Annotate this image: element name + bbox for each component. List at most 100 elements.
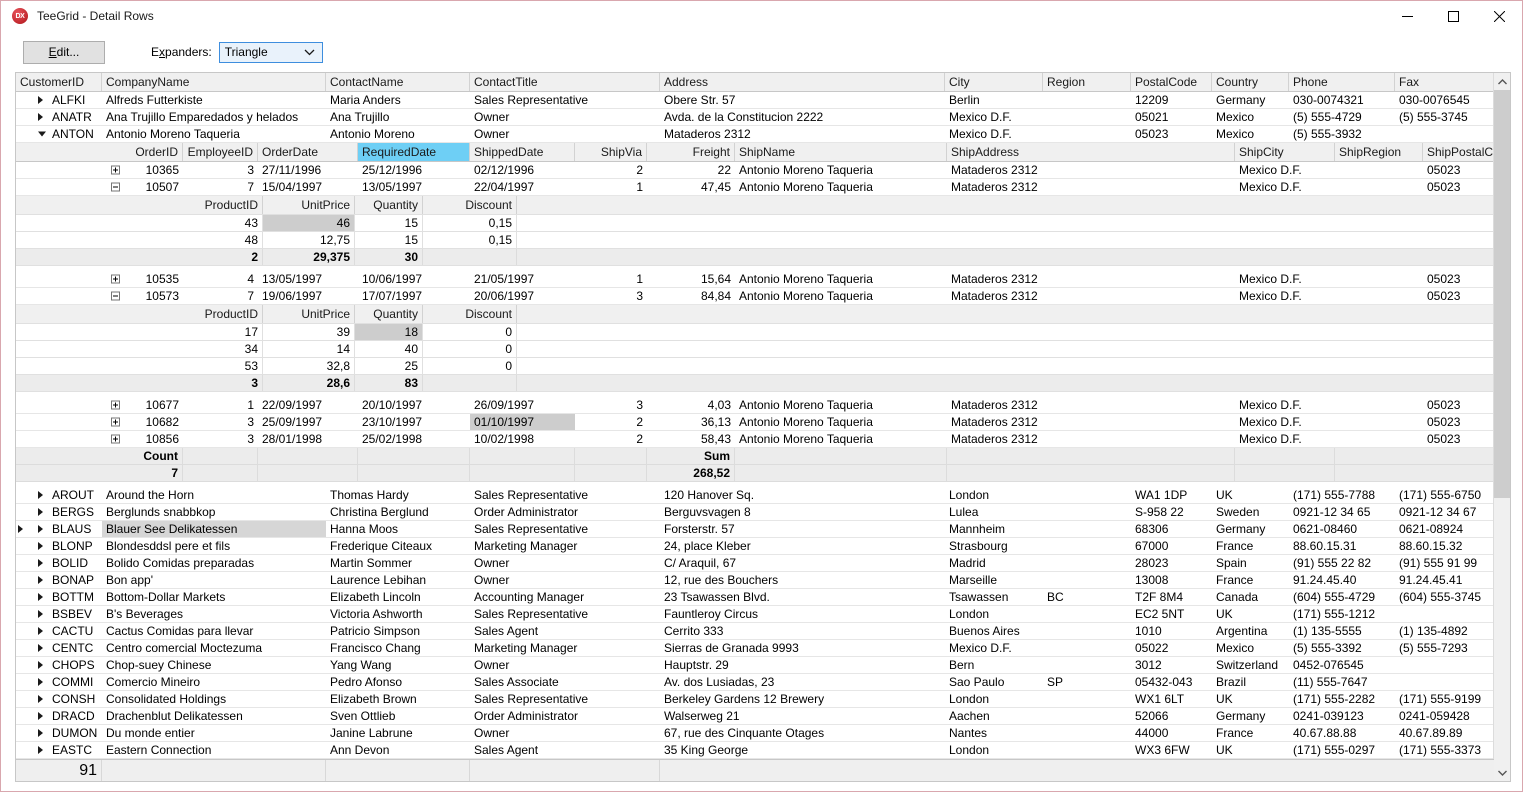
- order-cell-shippeddate[interactable]: 02/12/1996: [470, 162, 575, 178]
- table-row[interactable]: BLAUSBlauer See DelikatessenHanna MoosSa…: [16, 521, 1493, 538]
- order-cell-orderid[interactable]: 10682: [102, 414, 183, 430]
- order-cell-orderdate[interactable]: 15/04/1997: [258, 179, 358, 195]
- customer-cell-city[interactable]: London: [945, 691, 1043, 707]
- orderdetail-cell-unitprice[interactable]: 46: [263, 215, 355, 231]
- customer-cell-fax[interactable]: (5) 555-7293: [1395, 640, 1493, 656]
- customer-cell-country[interactable]: Germany: [1212, 708, 1289, 724]
- customer-cell-contactname[interactable]: Elizabeth Lincoln: [326, 589, 470, 605]
- order-cell-shipregion[interactable]: [1335, 414, 1423, 430]
- customer-cell-city[interactable]: Mexico D.F.: [945, 109, 1043, 125]
- customer-cell-customerid[interactable]: BOTTM: [16, 589, 102, 605]
- customer-cell-region[interactable]: [1043, 504, 1131, 520]
- customer-cell-region[interactable]: [1043, 126, 1131, 142]
- order-cell-freight[interactable]: 22: [647, 162, 735, 178]
- customer-cell-contactname[interactable]: Pedro Afonso: [326, 674, 470, 690]
- customer-col-city[interactable]: City: [945, 73, 1043, 91]
- customer-cell-address[interactable]: Avda. de la Constitucion 2222: [660, 109, 945, 125]
- customer-cell-phone[interactable]: (5) 555-4729: [1289, 109, 1395, 125]
- order-cell-shipcity[interactable]: Mexico D.F.: [1235, 271, 1335, 287]
- order-cell-shippostalcode[interactable]: 05023: [1423, 397, 1493, 413]
- orderdetail-cell-quantity[interactable]: 18: [355, 324, 423, 340]
- customer-cell-country[interactable]: France: [1212, 538, 1289, 554]
- customer-cell-fax[interactable]: (604) 555-3745: [1395, 589, 1493, 605]
- orderdetail-cell-unitprice[interactable]: 14: [263, 341, 355, 357]
- order-cell-shipaddress[interactable]: Mataderos 2312: [947, 288, 1235, 304]
- customer-cell-city[interactable]: London: [945, 742, 1043, 758]
- customer-cell-address[interactable]: 120 Hanover Sq.: [660, 487, 945, 503]
- customer-cell-region[interactable]: [1043, 487, 1131, 503]
- table-row[interactable]: BONAPBon app'Laurence LebihanOwner12, ru…: [16, 572, 1493, 589]
- order-detail-row[interactable]: 5332,8250: [16, 358, 1493, 375]
- customer-cell-country[interactable]: Mexico: [1212, 109, 1289, 125]
- customer-cell-region[interactable]: [1043, 657, 1131, 673]
- table-row[interactable]: CACTUCactus Comidas para llevarPatricio …: [16, 623, 1493, 640]
- customer-cell-customerid[interactable]: ANTON: [16, 126, 102, 142]
- customer-cell-contactname[interactable]: Maria Anders: [326, 92, 470, 108]
- customer-cell-country[interactable]: UK: [1212, 606, 1289, 622]
- customer-cell-country[interactable]: France: [1212, 572, 1289, 588]
- order-cell-shipregion[interactable]: [1335, 179, 1423, 195]
- order-cell-orderdate[interactable]: 27/11/1996: [258, 162, 358, 178]
- customer-cell-customerid[interactable]: AROUT: [16, 487, 102, 503]
- customer-cell-address[interactable]: Walserweg 21: [660, 708, 945, 724]
- customer-cell-region[interactable]: [1043, 640, 1131, 656]
- customer-cell-address[interactable]: Forsterstr. 57: [660, 521, 945, 537]
- orderdetail-cell-quantity[interactable]: 15: [355, 215, 423, 231]
- customer-cell-customerid[interactable]: CACTU: [16, 623, 102, 639]
- customer-cell-contacttitle[interactable]: Sales Agent: [470, 623, 660, 639]
- customer-cell-fax[interactable]: (5) 555-3745: [1395, 109, 1493, 125]
- customer-cell-address[interactable]: 12, rue des Bouchers: [660, 572, 945, 588]
- order-cell-employeeid[interactable]: 7: [183, 288, 258, 304]
- customer-cell-contacttitle[interactable]: Owner: [470, 725, 660, 741]
- customer-cell-address[interactable]: Mataderos 2312: [660, 126, 945, 142]
- customer-cell-city[interactable]: Mexico D.F.: [945, 640, 1043, 656]
- order-col-shippostalcode[interactable]: ShipPostalCode: [1423, 143, 1493, 161]
- customer-cell-contactname[interactable]: Patricio Simpson: [326, 623, 470, 639]
- customer-col-contactname[interactable]: ContactName: [326, 73, 470, 91]
- orderdetail-cell-unitprice[interactable]: 12,75: [263, 232, 355, 248]
- order-cell-orderid[interactable]: 10365: [102, 162, 183, 178]
- customer-cell-address[interactable]: 24, place Kleber: [660, 538, 945, 554]
- customer-cell-customerid[interactable]: CONSH: [16, 691, 102, 707]
- order-cell-orderdate[interactable]: 25/09/1997: [258, 414, 358, 430]
- table-row[interactable]: AROUTAround the HornThomas HardySales Re…: [16, 487, 1493, 504]
- customer-cell-companyname[interactable]: Chop-suey Chinese: [102, 657, 326, 673]
- order-cell-shipcity[interactable]: Mexico D.F.: [1235, 397, 1335, 413]
- customer-cell-customerid[interactable]: BLAUS: [16, 521, 102, 537]
- order-cell-shipregion[interactable]: [1335, 271, 1423, 287]
- table-row[interactable]: CONSHConsolidated HoldingsElizabeth Brow…: [16, 691, 1493, 708]
- order-col-employeeid[interactable]: EmployeeID: [183, 143, 258, 161]
- order-cell-freight[interactable]: 15,64: [647, 271, 735, 287]
- order-col-shipaddress[interactable]: ShipAddress: [947, 143, 1235, 161]
- customer-col-country[interactable]: Country: [1212, 73, 1289, 91]
- customer-cell-companyname[interactable]: Consolidated Holdings: [102, 691, 326, 707]
- customer-cell-contacttitle[interactable]: Owner: [470, 126, 660, 142]
- order-detail-row[interactable]: 4346150,15: [16, 215, 1493, 232]
- customer-cell-country[interactable]: UK: [1212, 742, 1289, 758]
- order-cell-orderid[interactable]: 10535: [102, 271, 183, 287]
- order-cell-requireddate[interactable]: 23/10/1997: [358, 414, 470, 430]
- orderdetail-cell-discount[interactable]: 0,15: [423, 215, 517, 231]
- order-cell-orderdate[interactable]: 22/09/1997: [258, 397, 358, 413]
- customer-cell-city[interactable]: Buenos Aires: [945, 623, 1043, 639]
- customer-cell-country[interactable]: Sweden: [1212, 504, 1289, 520]
- customer-cell-region[interactable]: [1043, 708, 1131, 724]
- customer-cell-contactname[interactable]: Ana Trujillo: [326, 109, 470, 125]
- edit-button[interactable]: Edit...: [23, 41, 105, 64]
- maximize-button[interactable]: [1430, 1, 1476, 32]
- orderdetail-cell-productid[interactable]: 17: [188, 324, 263, 340]
- order-cell-employeeid[interactable]: 3: [183, 162, 258, 178]
- customer-cell-country[interactable]: Mexico: [1212, 640, 1289, 656]
- customer-cell-phone[interactable]: (171) 555-0297: [1289, 742, 1395, 758]
- customer-cell-postalcode[interactable]: 05022: [1131, 640, 1212, 656]
- table-row[interactable]: ANTONAntonio Moreno TaqueriaAntonio More…: [16, 126, 1493, 143]
- customer-cell-contacttitle[interactable]: Marketing Manager: [470, 538, 660, 554]
- customer-cell-contacttitle[interactable]: Marketing Manager: [470, 640, 660, 656]
- customer-cell-customerid[interactable]: ALFKI: [16, 92, 102, 108]
- table-row[interactable]: EASTCEastern ConnectionAnn DevonSales Ag…: [16, 742, 1493, 759]
- customer-cell-contacttitle[interactable]: Sales Associate: [470, 674, 660, 690]
- order-cell-shippostalcode[interactable]: 05023: [1423, 179, 1493, 195]
- orderdetail-col-unitprice[interactable]: UnitPrice: [263, 305, 355, 323]
- orderdetail-cell-unitprice[interactable]: 39: [263, 324, 355, 340]
- customer-cell-address[interactable]: 67, rue des Cinquante Otages: [660, 725, 945, 741]
